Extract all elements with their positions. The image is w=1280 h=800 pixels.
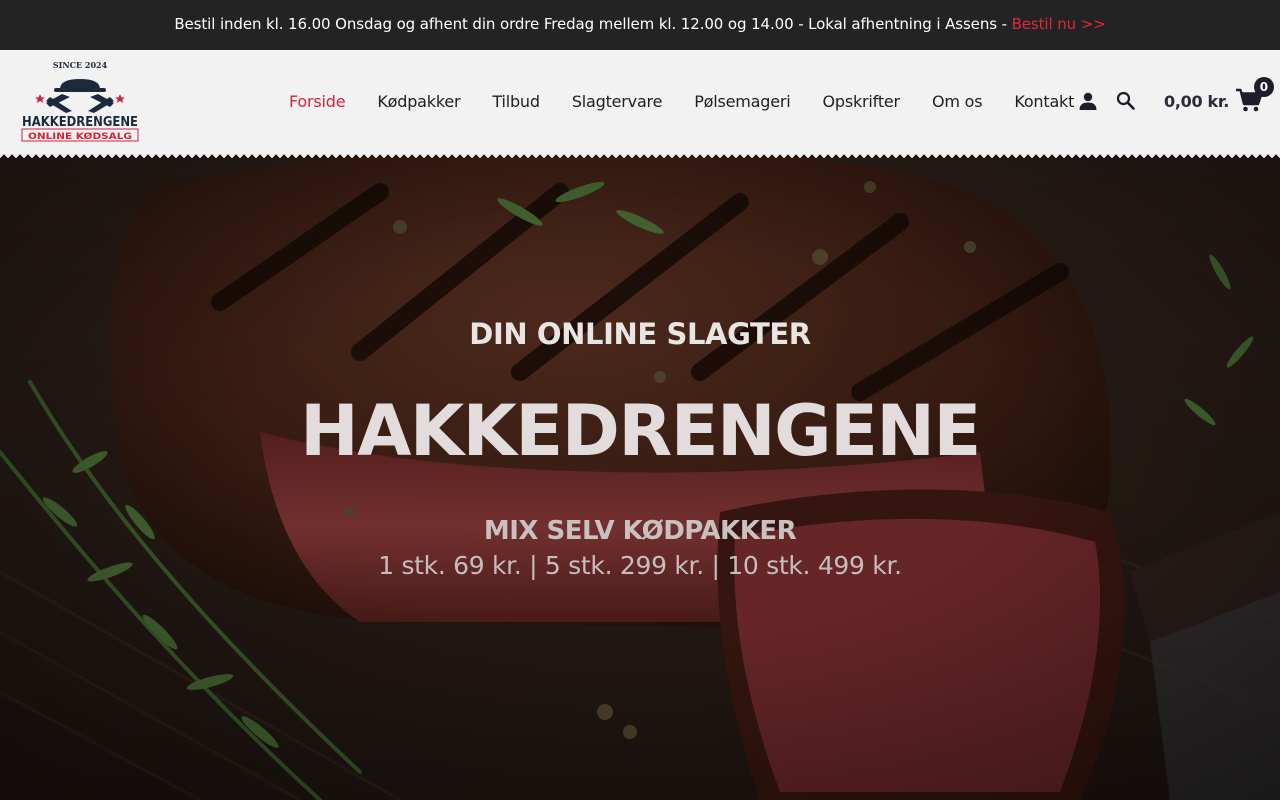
nav-opskrifter[interactable]: Opskrifter <box>823 92 901 111</box>
announcement-bar: Bestil inden kl. 16.00 Onsdag og afhent … <box>0 0 1280 50</box>
cart-icon-wrap: 0 <box>1235 77 1274 116</box>
site-header: SINCE 2024 HAKKEDRENGENE ONLINE KØDSALG … <box>0 50 1280 158</box>
cart-button[interactable]: 0,00 kr. 0 <box>1164 50 1274 152</box>
nav-kontakt[interactable]: Kontakt <box>1014 92 1074 111</box>
hero-subtitle: MIX SELV KØDPAKKER <box>483 516 797 546</box>
nav-forside[interactable]: Forside <box>289 92 346 111</box>
hero-prices: 1 stk. 69 kr. | 5 stk. 299 kr. | 10 stk.… <box>378 551 902 580</box>
search-button[interactable] <box>1114 89 1138 113</box>
nav-om-os[interactable]: Om os <box>932 92 983 111</box>
nav-poelsemageri[interactable]: Pølsemageri <box>694 92 790 111</box>
hero-title: HAKKEDRENGENE <box>300 390 981 472</box>
announcement-text: Bestil inden kl. 16.00 Onsdag og afhent … <box>174 15 1012 33</box>
main-nav: Forside Kødpakker Tilbud Slagtervare Pøl… <box>289 50 1106 152</box>
svg-text:HAKKEDRENGENE: HAKKEDRENGENE <box>22 114 138 130</box>
logo: SINCE 2024 HAKKEDRENGENE ONLINE KØDSALG <box>21 60 139 142</box>
search-icon <box>1116 91 1135 110</box>
account-button[interactable] <box>1076 89 1100 113</box>
hero-banner: DIN ONLINE SLAGTER HAKKEDRENGENE MIX SEL… <box>0 152 1280 800</box>
cart-total: 0,00 kr. <box>1164 91 1229 111</box>
svg-text:SINCE 2024: SINCE 2024 <box>53 60 108 70</box>
svg-text:ONLINE KØDSALG: ONLINE KØDSALG <box>28 131 132 142</box>
user-icon <box>1079 92 1097 110</box>
steak-hero-image <box>0 152 1280 800</box>
order-now-link[interactable]: Bestil nu >> <box>1012 15 1106 33</box>
nav-tilbud[interactable]: Tilbud <box>492 92 540 111</box>
nav-koedpakker[interactable]: Kødpakker <box>377 92 460 111</box>
nav-slagtervare[interactable]: Slagtervare <box>572 92 663 111</box>
cart-count-badge: 0 <box>1253 77 1274 97</box>
hero-eyebrow: DIN ONLINE SLAGTER <box>469 317 811 351</box>
